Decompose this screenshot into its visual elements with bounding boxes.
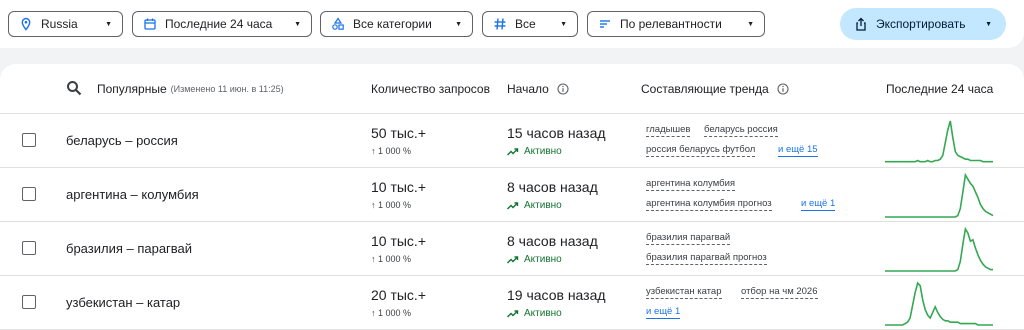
search-volume: 10 тыс.+ — [371, 179, 427, 195]
table-row[interactable]: беларусь – россия 50 тыс.+ ↑ 1 000 % 15 … — [0, 114, 1024, 168]
trend-term[interactable]: аргентина – колумбия — [66, 187, 199, 202]
row-checkbox[interactable] — [22, 187, 36, 201]
status-filter-label: Все — [515, 17, 536, 31]
trend-term[interactable]: узбекистан – катар — [66, 295, 180, 310]
hashtag-icon — [493, 17, 507, 31]
volume-increase: ↑ 1 000 % — [371, 254, 412, 264]
breakdown-chip[interactable]: гладышев — [646, 124, 691, 137]
breakdown-chip[interactable]: россия беларусь футбол — [646, 144, 756, 157]
category-filter-label: Все категории — [353, 17, 432, 31]
breakdown-chip[interactable]: аргентина колумбия — [646, 178, 736, 191]
breakdown-chip[interactable]: беларусь россия — [704, 124, 778, 137]
trend-term[interactable]: бразилия – парагвай — [66, 241, 192, 256]
last24-header: Последние 24 часа — [886, 82, 996, 96]
trends-header-label: Популярные — [97, 82, 167, 96]
status-badge: Активно — [507, 254, 562, 265]
row-checkbox[interactable] — [22, 295, 36, 309]
breakdown-chip[interactable]: аргентина колумбия прогноз — [646, 198, 772, 211]
period-filter-label: Последние 24 часа — [165, 17, 273, 31]
volume-increase: ↑ 1 000 % — [371, 200, 412, 210]
status-badge: Активно — [507, 146, 562, 157]
volume-increase: ↑ 1 000 % — [371, 308, 412, 318]
export-button-label: Экспортировать — [876, 17, 966, 31]
search-volume: 10 тыс.+ — [371, 233, 427, 249]
chevron-down-icon: ▼ — [560, 20, 567, 28]
updated-timestamp: (Изменено 11 июн. в 11:25) — [170, 84, 284, 94]
category-shapes-icon — [331, 17, 345, 31]
volume-increase: ↑ 1 000 % — [371, 146, 412, 156]
started-header-label: Начало — [507, 82, 549, 96]
chevron-down-icon: ▼ — [455, 20, 462, 28]
trending-up-icon — [507, 255, 519, 263]
period-filter[interactable]: Последние 24 часа ▼ — [132, 11, 312, 37]
status-text: Активно — [524, 308, 562, 319]
sparkline-chart — [885, 281, 993, 326]
search-icon[interactable] — [66, 80, 82, 96]
table-header: Популярные (Изменено 11 июн. в 11:25) Ко… — [0, 64, 1024, 114]
started-time: 15 часов назад — [507, 125, 606, 141]
breakdown-chip[interactable]: отбор на чм 2026 — [741, 286, 818, 299]
trending-up-icon — [507, 201, 519, 209]
started-time: 19 часов назад — [507, 287, 606, 303]
sort-filter-label: По релевантности — [620, 17, 722, 31]
sparkline-chart — [885, 120, 993, 163]
info-icon[interactable] — [777, 83, 789, 95]
status-badge: Активно — [507, 308, 562, 319]
breakdown-chip[interactable]: бразилия парагвай — [646, 232, 731, 245]
table-row[interactable]: аргентина – колумбия 10 тыс.+ ↑ 1 000 % … — [0, 168, 1024, 222]
trends-header[interactable]: Популярные (Изменено 11 июн. в 11:25) — [97, 82, 357, 96]
chevron-down-icon: ▼ — [294, 20, 301, 28]
volume-header[interactable]: Количество запросов — [371, 82, 493, 96]
chevron-down-icon: ▼ — [747, 20, 754, 28]
started-time: 8 часов назад — [507, 233, 598, 249]
share-export-icon — [854, 17, 868, 31]
trend-term[interactable]: беларусь – россия — [66, 133, 178, 148]
chevron-down-icon: ▼ — [105, 20, 112, 28]
region-filter-label: Russia — [41, 17, 78, 31]
trending-up-icon — [507, 309, 519, 317]
status-filter[interactable]: Все ▼ — [482, 11, 578, 37]
trending-up-icon — [507, 147, 519, 155]
breakdown-header-label: Составляющие тренда — [641, 82, 769, 96]
more-breakdown-link[interactable]: и ещё 15 — [778, 144, 818, 157]
export-button[interactable]: Экспортировать ▼ — [840, 8, 1006, 40]
status-badge: Активно — [507, 200, 562, 211]
trends-table: Популярные (Изменено 11 июн. в 11:25) Ко… — [0, 64, 1024, 330]
row-checkbox[interactable] — [22, 133, 36, 147]
calendar-icon — [143, 17, 157, 31]
chevron-down-icon: ▼ — [985, 20, 992, 28]
sparkline-chart — [885, 226, 993, 272]
breakdown-header: Составляющие тренда — [641, 82, 789, 96]
sort-filter[interactable]: По релевантности ▼ — [587, 11, 765, 37]
row-checkbox[interactable] — [22, 241, 36, 255]
breakdown-chip[interactable]: узбекистан катар — [646, 286, 722, 299]
volume-header-label: Количество запросов — [371, 82, 490, 96]
table-row[interactable]: узбекистан – катар 20 тыс.+ ↑ 1 000 % 19… — [0, 276, 1024, 330]
status-text: Активно — [524, 254, 562, 265]
sort-lines-icon — [598, 17, 612, 31]
search-volume: 50 тыс.+ — [371, 125, 427, 141]
more-breakdown-link[interactable]: и ещё 1 — [801, 198, 836, 211]
search-volume: 20 тыс.+ — [371, 287, 427, 303]
started-time: 8 часов назад — [507, 179, 598, 195]
more-breakdown-link[interactable]: и ещё 1 — [646, 306, 681, 319]
category-filter[interactable]: Все категории ▼ — [320, 11, 473, 37]
sparkline-chart — [885, 172, 994, 218]
started-header[interactable]: Начало — [507, 82, 569, 96]
info-icon[interactable] — [557, 83, 569, 95]
status-text: Активно — [524, 200, 562, 211]
location-pin-icon — [19, 17, 33, 31]
breakdown-chip[interactable]: бразилия парагвай прогноз — [646, 252, 767, 265]
table-row[interactable]: бразилия – парагвай 10 тыс.+ ↑ 1 000 % 8… — [0, 222, 1024, 276]
last24-header-label: Последние 24 часа — [886, 82, 994, 96]
status-text: Активно — [524, 146, 562, 157]
region-filter[interactable]: Russia ▼ — [8, 11, 123, 37]
filter-bar: Russia ▼ Последние 24 часа ▼ Все категор… — [0, 0, 1024, 48]
